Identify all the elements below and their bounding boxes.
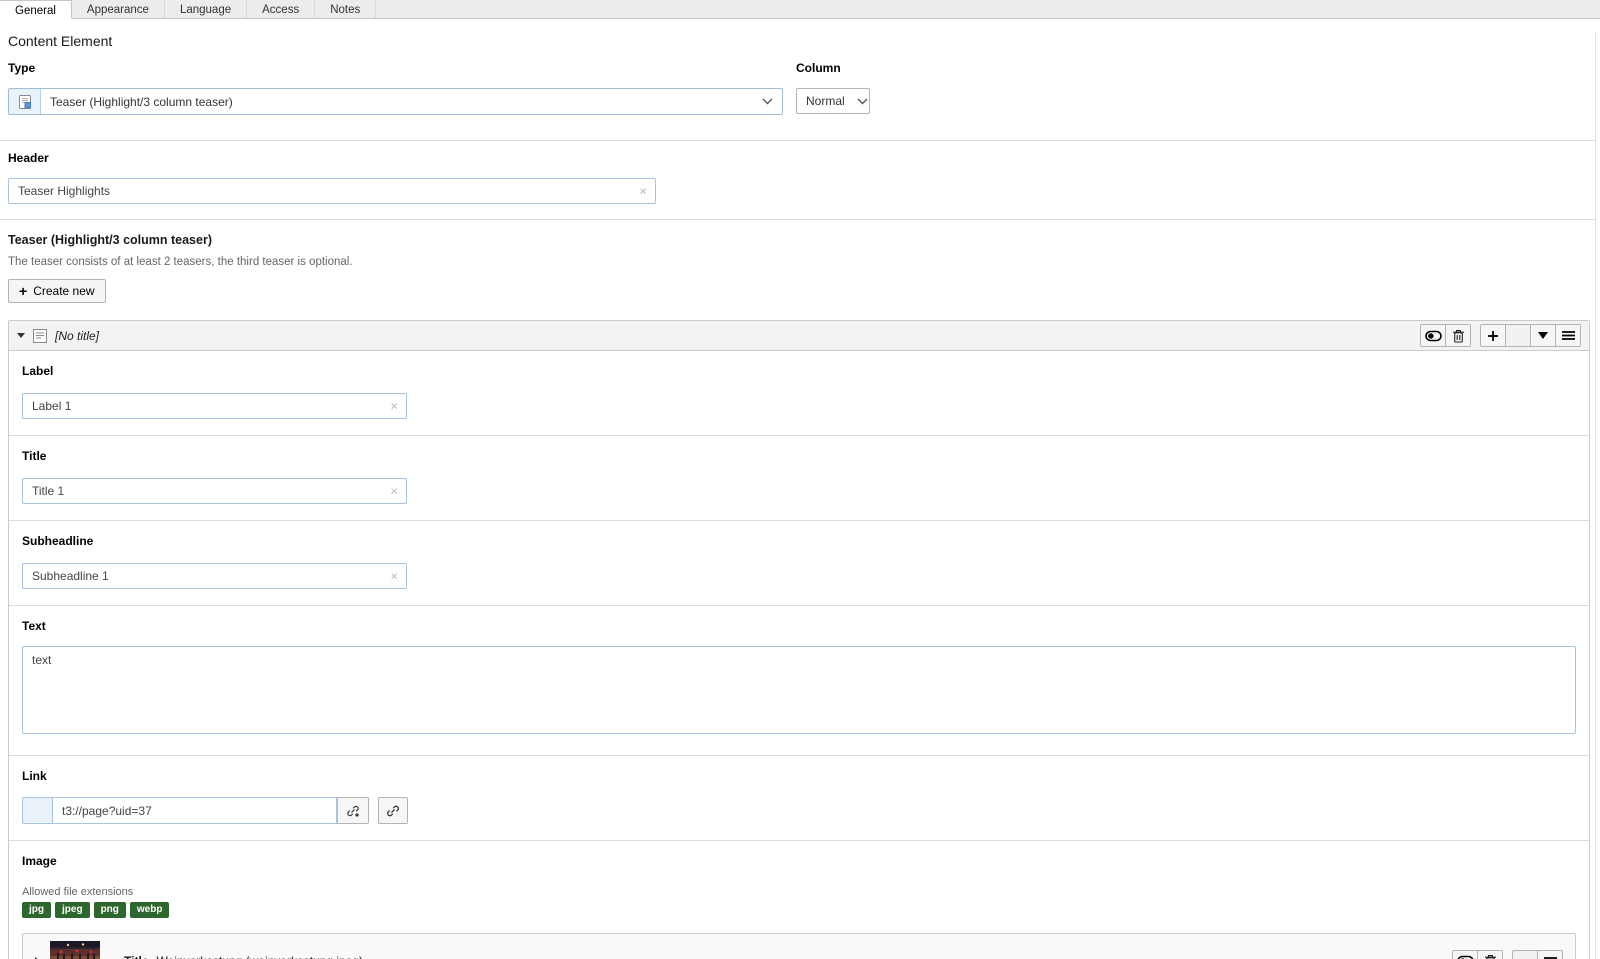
link-label: Link [22,769,47,783]
teaser-section: Teaser (Highlight/3 column teaser) The t… [0,220,1595,320]
extension-badge: jpg [22,902,51,918]
column-select[interactable]: Normal [796,88,870,114]
text-textarea[interactable]: text [22,646,1576,734]
link-details-icon [347,805,359,817]
record-title: [No title] [55,328,100,343]
move-down-button[interactable] [1530,324,1556,347]
header-label: Header [8,151,49,165]
hide-toggle-button[interactable] [1452,949,1478,959]
header-input[interactable] [8,178,656,204]
file-visibility-group [1452,949,1503,959]
file-thumbnail [50,941,100,959]
trash-icon [1452,329,1464,343]
drag-handle-button[interactable] [1537,949,1563,959]
teaser-section-description: The teaser consists of at least 2 teaser… [8,256,353,268]
toggle-icon [1457,955,1473,959]
link-details-button[interactable] [337,797,369,824]
clear-input-icon[interactable]: × [390,485,398,498]
text-field: Text text [9,606,1589,755]
link-input-group [22,797,369,824]
record-type-icon [33,328,47,343]
label-input[interactable] [22,393,407,419]
form-page: Content Element Type Teaser (Highlight/3… [0,33,1596,959]
create-new-button[interactable]: + Create new [8,279,106,303]
allowed-extensions-label: Allowed file extensions [22,886,134,898]
plus-icon [1488,330,1498,341]
trash-icon [1484,955,1496,959]
tab-access[interactable]: Access [247,0,316,18]
subheadline-label: Subheadline [22,534,94,548]
teaser-record-panel: [No title] Label Label 1 × Title Title 1… [8,320,1590,959]
clear-input-icon[interactable]: × [390,570,398,583]
clear-input-icon[interactable]: × [639,185,647,198]
file-reference-row[interactable]: Title Weinverkostung (weinverkostung.jpeg… [22,933,1576,959]
file-title-label: Title [124,954,148,959]
record-header[interactable]: [No title] [9,321,1589,351]
page-title: Content Element [8,33,113,49]
label-label: Label [22,364,54,378]
record-sort-group [1480,324,1581,347]
chevron-down-icon [845,98,868,105]
allowed-extensions-badges: jpg jpeg png webp [22,902,1576,918]
column-select-value: Normal [806,94,845,108]
chevron-down-icon [750,98,773,105]
delete-button[interactable] [1445,324,1471,347]
extension-badge: webp [129,902,170,918]
image-field: Image Allowed file extensions jpg jpeg p… [9,841,1589,959]
text-label: Text [22,619,46,633]
triangle-down-icon [1538,332,1548,339]
move-up-button [1505,324,1531,347]
tab-notes[interactable]: Notes [315,0,377,18]
tab-appearance[interactable]: Appearance [72,0,165,18]
move-up-button [1512,949,1538,959]
hide-toggle-button[interactable] [1420,324,1446,347]
create-new-label: Create new [33,284,95,298]
toggle-icon [1424,330,1442,341]
extension-badge: jpeg [55,902,90,918]
link-input[interactable] [52,797,337,824]
link-icon [387,805,399,816]
type-select-group: Teaser (Highlight/3 column teaser) [8,88,783,115]
drag-handle-button[interactable] [1555,324,1581,347]
file-sort-group [1512,949,1563,959]
label-field: Label × [9,351,1589,435]
form-tabbar: General Appearance Language Access Notes [0,0,1600,19]
header-field-section: Header × [0,141,1595,219]
column-label: Column [796,61,841,75]
tab-general[interactable]: General [0,0,72,19]
new-record-button[interactable] [1480,324,1506,347]
type-select-value: Teaser (Highlight/3 column teaser) [50,94,233,109]
extension-badge: png [93,902,126,918]
image-label: Image [22,854,57,868]
clear-input-icon[interactable]: × [390,400,398,413]
subheadline-input[interactable] [22,563,407,589]
delete-button[interactable] [1477,949,1503,959]
teaser-section-title: Teaser (Highlight/3 column teaser) [8,233,212,247]
hamburger-icon [1561,331,1575,340]
type-label: Type [8,61,36,75]
content-element-section: Content Element Type Teaser (Highlight/3… [0,33,1595,140]
plus-icon: + [19,283,28,299]
link-browser-button[interactable] [378,797,408,824]
content-element-icon [9,89,41,114]
type-select[interactable]: Teaser (Highlight/3 column teaser) [41,89,782,114]
file-title-value: Weinverkostung (weinverkostung.jpeg) [156,954,363,959]
title-label: Title [22,449,47,463]
file-title: Title Weinverkostung (weinverkostung.jpeg… [124,954,363,959]
subheadline-field: Subheadline × [9,521,1589,605]
link-type-addon [22,797,52,824]
link-field: Link [9,756,1589,840]
title-input[interactable] [22,478,407,504]
record-visibility-group [1420,324,1471,347]
tab-language[interactable]: Language [165,0,248,18]
collapse-caret-icon[interactable] [17,333,25,338]
title-field: Title × [9,436,1589,520]
